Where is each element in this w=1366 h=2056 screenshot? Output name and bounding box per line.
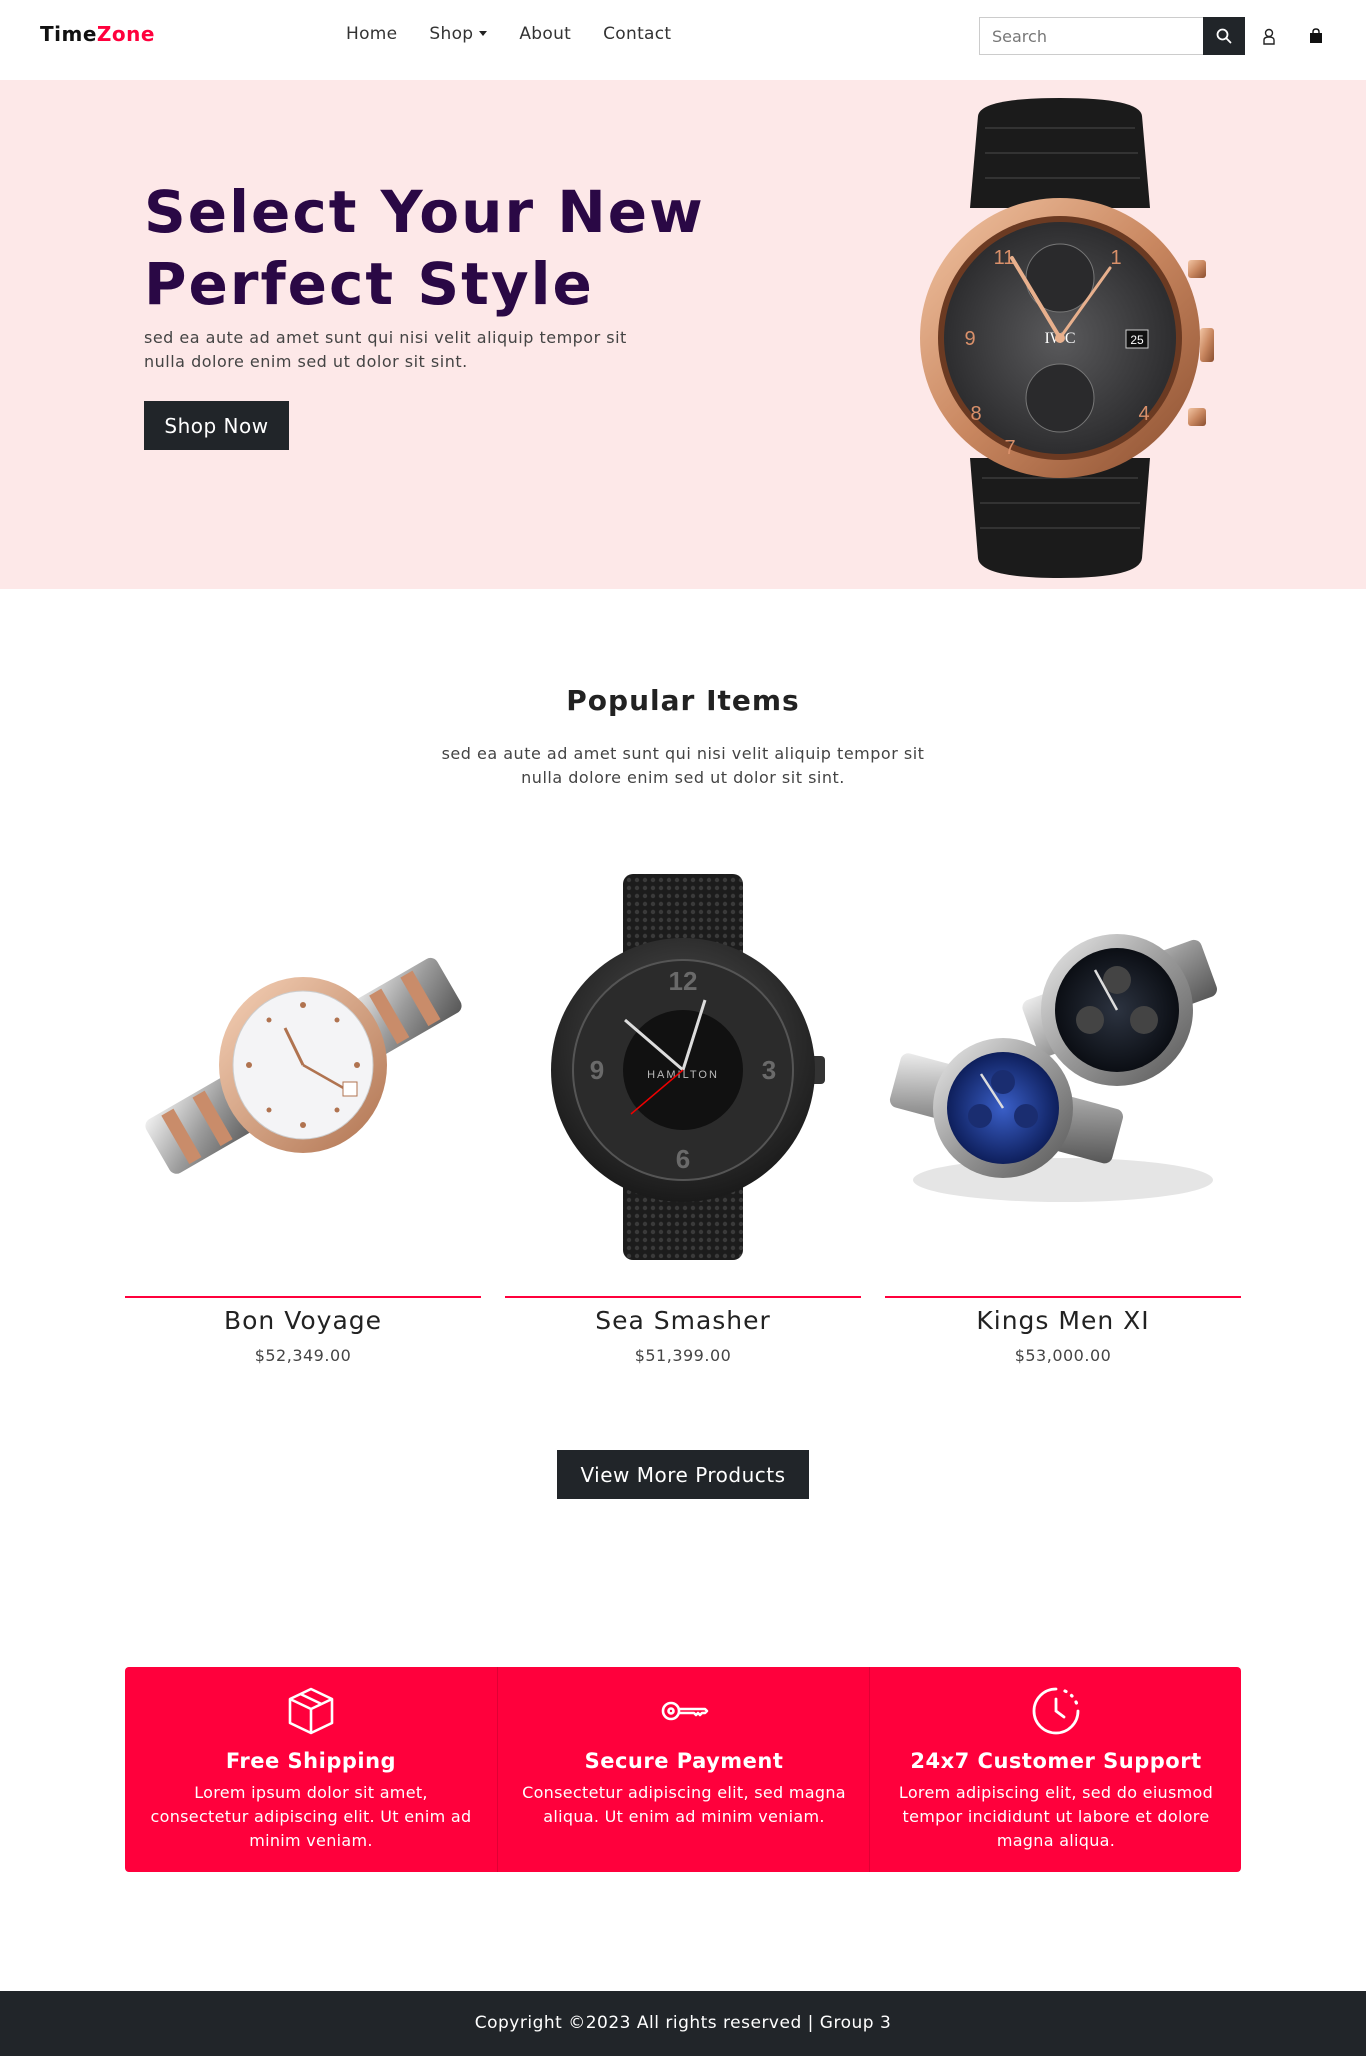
- brand-name-first: Time: [40, 22, 97, 46]
- watch-image: [145, 957, 462, 1174]
- product-name[interactable]: Sea Smasher: [505, 1306, 861, 1335]
- copyright-text: Copyright ©2023 All rights reserved | Gr…: [474, 2013, 892, 2033]
- product-image[interactable]: 12 3 9 6 HAMILTON: [505, 860, 861, 1270]
- hero-subtitle: sed ea aute ad amet sunt qui nisi velit …: [144, 328, 627, 371]
- product-price: $51,399.00: [634, 1346, 732, 1365]
- product-name[interactable]: Bon Voyage: [125, 1306, 481, 1335]
- nav-about-link[interactable]: About: [519, 24, 571, 44]
- user-icon: [1263, 28, 1275, 45]
- nav-shop-label: Shop: [429, 24, 474, 44]
- navbar: TimeZone Home Shop About Contact: [0, 0, 1366, 80]
- features-banner: Free Shipping Lorem ipsum dolor sit amet…: [125, 1667, 1241, 1872]
- svg-text:12: 12: [669, 966, 698, 996]
- product-price: $53,000.00: [1014, 1346, 1112, 1365]
- hero-title-line2: Perfect Style: [144, 250, 594, 318]
- svg-text:8: 8: [970, 403, 981, 425]
- svg-text:1: 1: [1110, 247, 1121, 269]
- popular-items-subtitle: sed ea aute ad amet sunt qui nisi velit …: [441, 744, 925, 787]
- product-divider: [885, 1296, 1241, 1298]
- svg-text:7: 7: [1004, 437, 1015, 459]
- hero-watch-image: IWC 25 111 98 47: [920, 98, 1214, 578]
- feature-title: 24x7 Customer Support: [910, 1749, 1202, 1773]
- hero-title-line1: Select Your New: [144, 178, 705, 246]
- product-card[interactable]: Bon Voyage $52,349.00: [125, 860, 481, 1365]
- product-image[interactable]: [125, 860, 481, 1270]
- shopping-bag-icon: [1310, 28, 1322, 43]
- clock-icon: [1030, 1685, 1082, 1737]
- svg-text:3: 3: [762, 1055, 776, 1085]
- product-image[interactable]: [885, 860, 1241, 1270]
- account-button[interactable]: [1259, 26, 1279, 46]
- box-icon: [285, 1685, 337, 1737]
- cart-button[interactable]: [1306, 26, 1326, 46]
- brand-logo[interactable]: TimeZone: [40, 22, 155, 46]
- feature-free-shipping: Free Shipping Lorem ipsum dolor sit amet…: [125, 1667, 497, 1872]
- feature-customer-support: 24x7 Customer Support Lorem adipiscing e…: [869, 1667, 1241, 1872]
- nav-shop-dropdown[interactable]: Shop: [429, 24, 488, 44]
- nav-contact-link[interactable]: Contact: [603, 24, 671, 44]
- product-divider: [505, 1296, 861, 1298]
- shop-now-button[interactable]: Shop Now: [144, 401, 289, 450]
- nav-links: Home Shop About Contact: [346, 24, 671, 44]
- watch-image: 12396 HAMILTON: [551, 874, 825, 1260]
- chevron-down-icon: [479, 31, 488, 36]
- feature-text: Consectetur adipiscing elit, sed magna a…: [522, 1783, 846, 1826]
- footer: Copyright ©2023 All rights reserved | Gr…: [0, 1991, 1366, 2056]
- svg-text:25: 25: [1130, 333, 1144, 347]
- search-button[interactable]: [1203, 17, 1245, 55]
- key-icon: [658, 1685, 710, 1737]
- product-price: $52,349.00: [254, 1346, 352, 1365]
- search-icon: [1216, 28, 1232, 44]
- hero-title: Select Your New Perfect Style: [144, 176, 784, 320]
- product-card[interactable]: Kings Men XI $53,000.00: [885, 860, 1241, 1365]
- svg-text:4: 4: [1138, 403, 1149, 425]
- nav-home-link[interactable]: Home: [346, 24, 397, 44]
- feature-title: Secure Payment: [584, 1749, 784, 1773]
- svg-text:6: 6: [676, 1144, 690, 1174]
- hero-section: Select Your New Perfect Style sed ea aut…: [0, 80, 1366, 589]
- feature-text: Lorem ipsum dolor sit amet, consectetur …: [150, 1783, 472, 1850]
- brand-name-second: Zone: [96, 22, 155, 46]
- watch-image: [889, 934, 1217, 1202]
- product-card[interactable]: 12 3 9 6 HAMILTON Sea Smasher $51,399.00: [505, 860, 861, 1365]
- svg-text:9: 9: [590, 1055, 604, 1085]
- feature-secure-payment: Secure Payment Consectetur adipiscing el…: [497, 1667, 869, 1872]
- product-divider: [125, 1296, 481, 1298]
- svg-text:9: 9: [964, 328, 975, 350]
- view-more-products-button[interactable]: View More Products: [557, 1450, 809, 1499]
- feature-title: Free Shipping: [225, 1749, 397, 1773]
- product-name[interactable]: Kings Men XI: [885, 1306, 1241, 1335]
- popular-items-title: Popular Items: [566, 684, 800, 717]
- search-form: [979, 17, 1245, 55]
- feature-text: Lorem adipiscing elit, sed do eiusmod te…: [898, 1783, 1214, 1850]
- search-input[interactable]: [979, 17, 1203, 55]
